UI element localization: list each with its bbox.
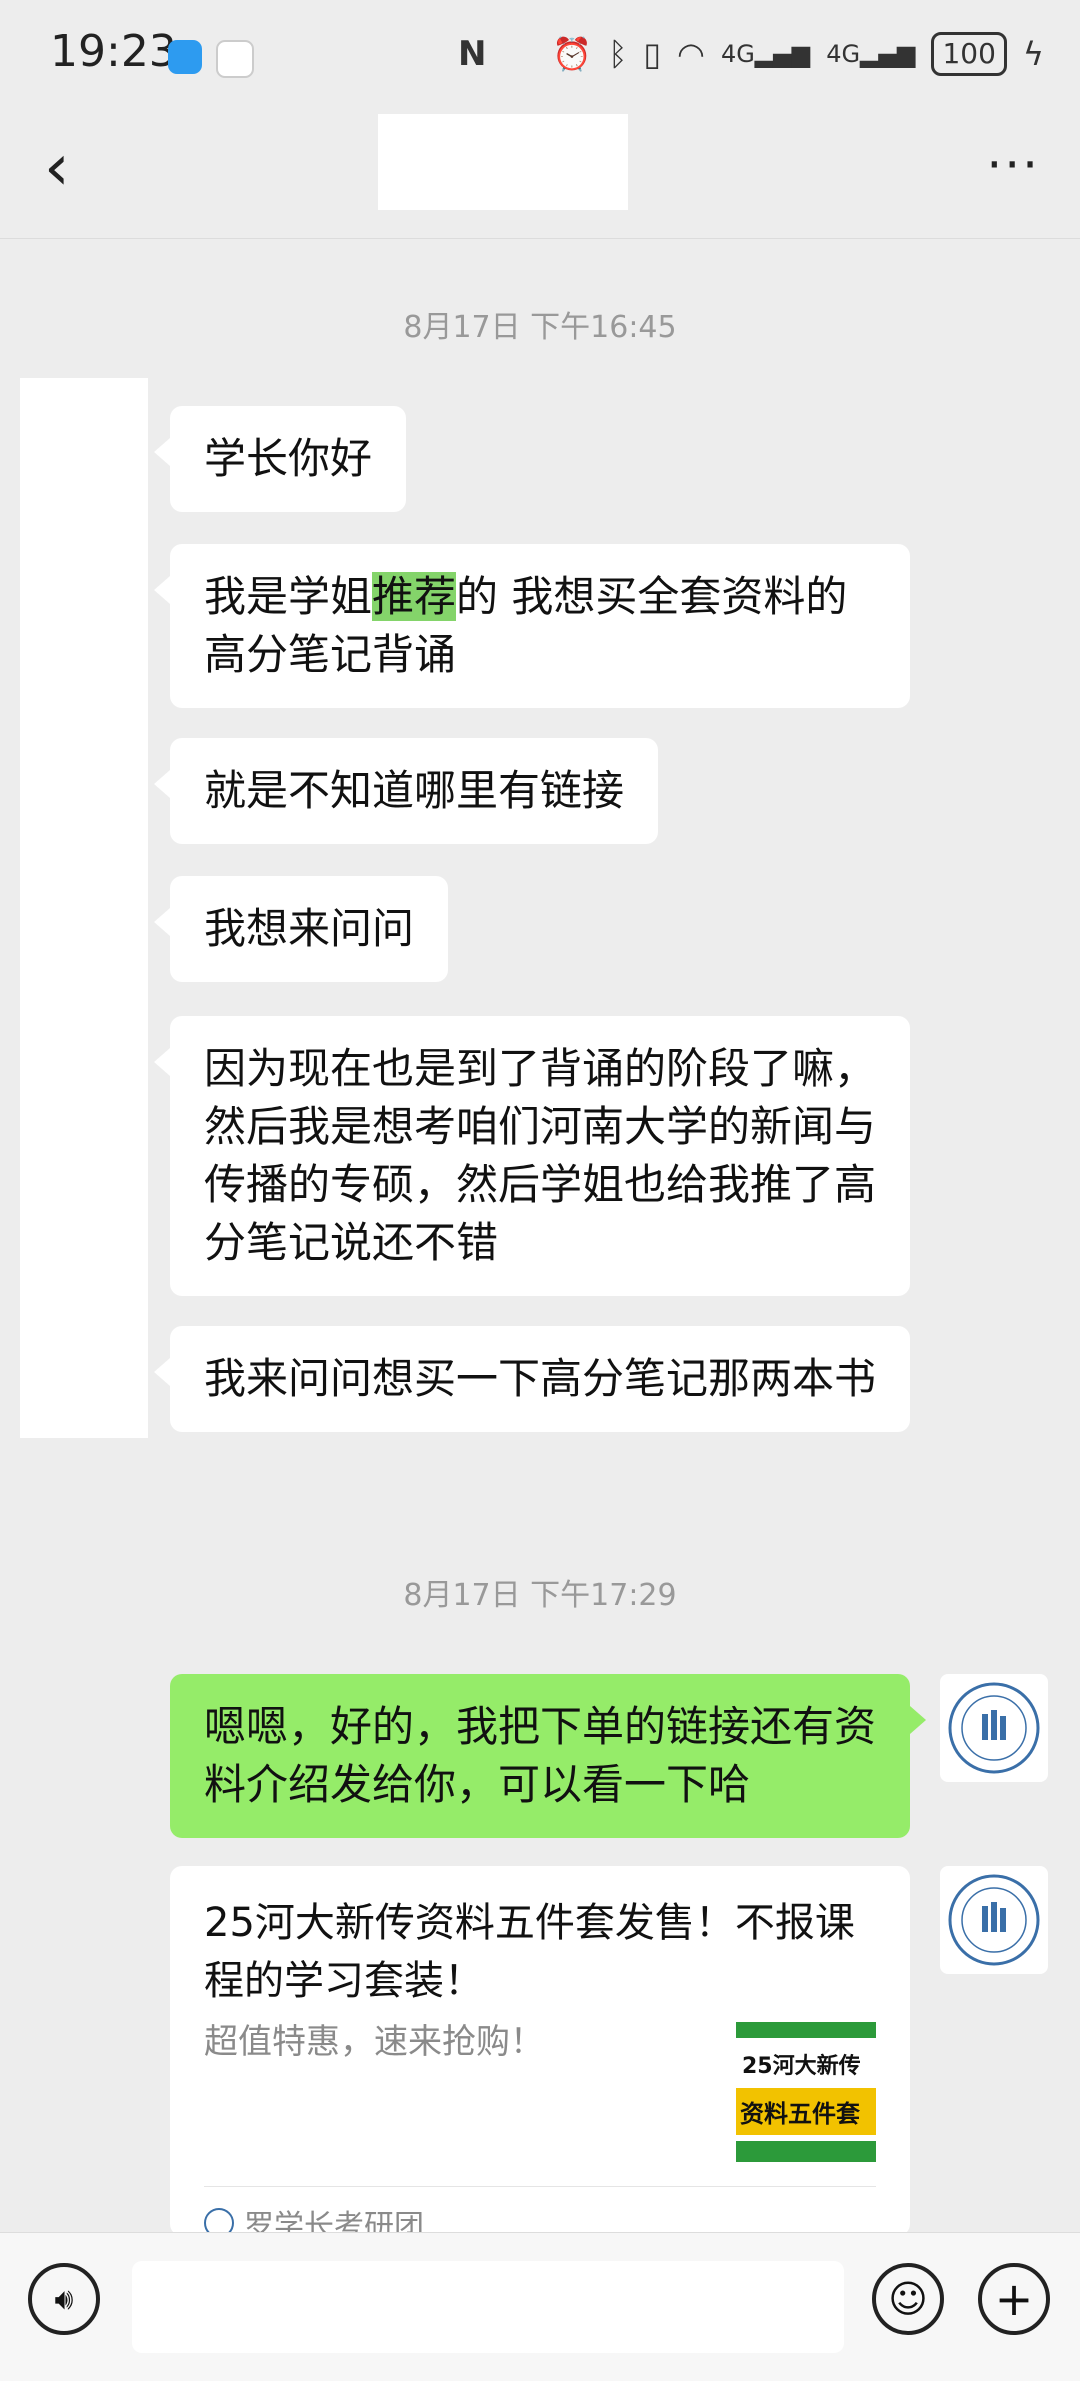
message-bubble[interactable]: 就是不知道哪里有链接: [153, 738, 659, 844]
logo-seal-icon: [948, 1682, 1040, 1774]
signal-icon: 4G▂▄▆: [720, 40, 811, 68]
voice-icon: 🔊︎: [54, 2281, 74, 2317]
vibrate-icon: ▯: [643, 35, 662, 73]
message-timestamp: 8月17日 下午17:29: [403, 1578, 677, 1613]
message-bubble[interactable]: 我来问问想买一下高分笔记那两本书: [154, 1326, 910, 1432]
status-icons: ⏰ ᛒ ▯ ◠ 4G▂▄▆ 4G▂▄▆ 100 ϟ: [552, 32, 1044, 76]
card-source: 罗学长考研团: [204, 2186, 876, 2236]
contact-avatar-redacted: [20, 378, 148, 1438]
logo-seal-icon: [948, 1874, 1040, 1966]
back-button[interactable]: ‹: [44, 136, 70, 200]
card-description: 超值特惠，速来抢购！: [204, 2022, 544, 2062]
status-time: 19:23: [50, 26, 177, 77]
app-notification-icon: [216, 40, 254, 78]
emoji-icon: ☺: [888, 2277, 928, 2321]
my-avatar[interactable]: [940, 1674, 1048, 1782]
card-thumbnail: 25河大新传 资料五件套: [736, 2022, 876, 2162]
emoji-button[interactable]: ☺: [872, 2263, 944, 2335]
message-bubble[interactable]: 因为现在也是到了背诵的阶段了嘛，然后我是想考咱们河南大学的新闻与传播的专硕，然后…: [154, 1016, 910, 1296]
highlighted-text: 推荐: [372, 572, 457, 621]
card-source-name: 罗学长考研团: [244, 2209, 424, 2236]
message-text: 我是学姐: [204, 572, 373, 621]
wifi-icon: ◠: [677, 35, 705, 73]
thumb-text: 资料五件套: [736, 2088, 876, 2135]
message-text: 我来问问想买一下高分笔记那两本书: [204, 1354, 877, 1403]
chat-input-bar: 🔊︎ ☺ +: [0, 2232, 1080, 2381]
status-bar: 19:23 N ⏰ ᛒ ▯ ◠ 4G▂▄▆ 4G▂▄▆ 100 ϟ: [0, 0, 1080, 110]
message-text: 我想来问问: [204, 904, 415, 953]
signal-icon: 4G▂▄▆: [826, 40, 916, 68]
message-text: 嗯嗯，好的，我把下单的链接还有资料介绍发给你，可以看一下哈: [204, 1702, 877, 1809]
message-bubble[interactable]: 我想来问问: [153, 876, 449, 982]
alarm-icon: ⏰: [552, 35, 593, 73]
voice-input-button[interactable]: 🔊︎: [28, 2263, 100, 2335]
message-text: 因为现在也是到了背诵的阶段了嘛，然后我是想考咱们河南大学的新闻与传播的专硕，然后…: [204, 1044, 877, 1267]
battery-icon: 100: [931, 32, 1007, 76]
chat-app-icon: [168, 40, 202, 74]
chat-header: ‹ ···: [0, 110, 1080, 239]
message-bubble[interactable]: 学长你好: [153, 406, 407, 512]
charging-icon: ϟ: [1022, 35, 1044, 73]
my-avatar[interactable]: [940, 1866, 1048, 1974]
more-actions-button[interactable]: +: [978, 2263, 1050, 2335]
message-timestamp: 8月17日 下午16:45: [403, 310, 677, 345]
plus-icon: +: [994, 2272, 1034, 2326]
message-bubble[interactable]: 我是学姐推荐的 我想买全套资料的高分笔记背诵: [154, 544, 910, 708]
message-text: 学长你好: [204, 434, 373, 483]
shared-link-card[interactable]: 25河大新传资料五件套发售！不报课程的学习套装！ 超值特惠，速来抢购！ 25河大…: [170, 1866, 910, 2236]
message-text: 就是不知道哪里有链接: [204, 766, 625, 815]
sent-message-bubble[interactable]: 嗯嗯，好的，我把下单的链接还有资料介绍发给你，可以看一下哈: [170, 1674, 926, 1838]
bluetooth-icon: ᛒ: [608, 35, 628, 73]
message-input[interactable]: [132, 2261, 844, 2353]
card-title: 25河大新传资料五件套发售！不报课程的学习套装！: [204, 1900, 855, 2004]
more-options-button[interactable]: ···: [986, 136, 1040, 194]
chat-title-redacted: [378, 114, 628, 210]
thumb-text: 25河大新传: [736, 2038, 876, 2080]
nfc-icon: N: [458, 34, 487, 74]
